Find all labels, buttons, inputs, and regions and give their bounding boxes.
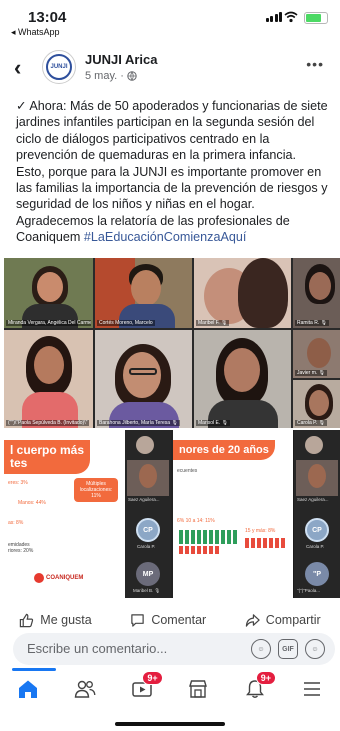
post-header: ‹ JUNJI JUNJI Arica 5 may. · •••	[0, 44, 340, 94]
tab-menu[interactable]	[297, 675, 327, 703]
post-paragraph-1: Ahora: Más de 50 apoderados y funcionari…	[16, 99, 328, 163]
globe-icon	[127, 71, 137, 81]
back-arrow-icon[interactable]: ‹	[14, 55, 21, 81]
tab-notifications[interactable]: 9+	[240, 671, 276, 703]
status-bar: 13:04 ◂ WhatsApp	[0, 0, 340, 40]
hashtag-link[interactable]: #LaEducaciónComienzaAquí	[84, 230, 246, 244]
home-icon	[19, 680, 38, 698]
participant-tile: Cortés Moreno, Marcelo	[95, 258, 192, 328]
like-button[interactable]: Me gusta	[19, 613, 92, 628]
wifi-icon	[284, 11, 298, 23]
checkmark-icon: ✓	[16, 99, 27, 113]
back-to-whatsapp-link[interactable]: ◂ WhatsApp	[11, 27, 60, 38]
tab-friends[interactable]	[70, 675, 100, 703]
friends-icon	[74, 680, 96, 698]
post-body: ✓ Ahora: Más de 50 apoderados y funciona…	[16, 98, 334, 246]
sticker-icon[interactable]: ☺	[251, 639, 271, 659]
slide-body-areas: l cuerpo más tes eres: 3% Manos: 44% Múl…	[4, 430, 171, 598]
participant-tile: Maribel F. 🎙	[194, 258, 291, 328]
tab-home[interactable]	[13, 675, 43, 703]
participant-tile: ("")\"Paola Sepúlveda B. (Invitado)\"	[4, 330, 93, 428]
post-actions: Me gusta Comentar Compartir	[0, 605, 340, 635]
post-paragraph-2: Esto, porque para la JUNJI es importante…	[16, 164, 328, 212]
home-indicator[interactable]	[115, 722, 225, 726]
presentation-photos[interactable]: l cuerpo más tes eres: 3% Manos: 44% Múl…	[4, 430, 340, 598]
bottom-nav: 9+ 9+	[0, 671, 340, 706]
junji-logo: JUNJI	[46, 54, 72, 80]
marketplace-icon	[189, 680, 208, 698]
comment-button[interactable]: Comentar	[130, 613, 206, 628]
participant-tile: Ramita R. 🎙	[293, 258, 340, 328]
emoji-icon[interactable]: ☺	[305, 639, 325, 659]
participant-sidebar: Saez Aguilera... CP Carola P. "P "(")"Pa…	[294, 430, 340, 598]
comment-label: Comentar	[151, 613, 207, 627]
video-call-photo[interactable]: Miranda Vergara, Angélica Del Carmen Cor…	[4, 258, 340, 428]
clock: 13:04	[28, 9, 67, 26]
comment-placeholder: Escribe un comentario...	[27, 641, 168, 656]
participant-tile: Barahona Jilberto, María Teresa 🎙	[95, 330, 192, 428]
page-name[interactable]: JUNJI Arica	[85, 52, 158, 67]
page-avatar[interactable]: JUNJI	[42, 50, 76, 84]
active-tab-indicator	[12, 668, 56, 671]
slide-banner: l cuerpo más tes	[4, 440, 91, 474]
signal-icon	[265, 12, 282, 22]
post-date: 5 may.	[85, 70, 118, 82]
participant-tile: Miranda Vergara, Angélica Del Carmen	[4, 258, 93, 328]
participant-tile: Marisol E. 🎙	[194, 330, 291, 428]
coaniquem-logo: COANIQUEM	[46, 575, 84, 581]
participant-sidebar: Saez Aguilera... CP Carola P. MP Maribel…	[125, 430, 171, 598]
more-options-icon[interactable]: •••	[306, 56, 324, 72]
video-badge: 9+	[142, 671, 163, 685]
share-arrow-icon	[245, 613, 260, 627]
slide-banner: nores de 20 años	[173, 440, 275, 460]
comment-input[interactable]: Escribe un comentario... ☺ GIF ☺	[13, 633, 335, 665]
dot-separator: ·	[120, 70, 124, 82]
thumbs-up-icon	[20, 613, 34, 627]
slide-age-groups: nores de 20 años ecuentes 6% 10 a 14: 11…	[173, 430, 340, 598]
tab-marketplace[interactable]	[183, 675, 213, 703]
share-label: Compartir	[265, 613, 321, 627]
hamburger-menu-icon	[303, 682, 320, 696]
participant-tile-stack: Javier m. 🎙 Carola P. 🎙	[293, 330, 340, 428]
notifications-badge: 9+	[255, 671, 276, 685]
like-label: Me gusta	[40, 613, 92, 627]
comment-tools: ☺ GIF ☺	[251, 639, 325, 659]
share-button[interactable]: Compartir	[245, 613, 321, 628]
gif-icon[interactable]: GIF	[278, 639, 298, 659]
tab-video[interactable]: 9+	[127, 671, 163, 703]
comment-bubble-icon	[131, 613, 145, 627]
post-meta: 5 may. ·	[85, 70, 137, 82]
battery-icon	[304, 12, 328, 24]
